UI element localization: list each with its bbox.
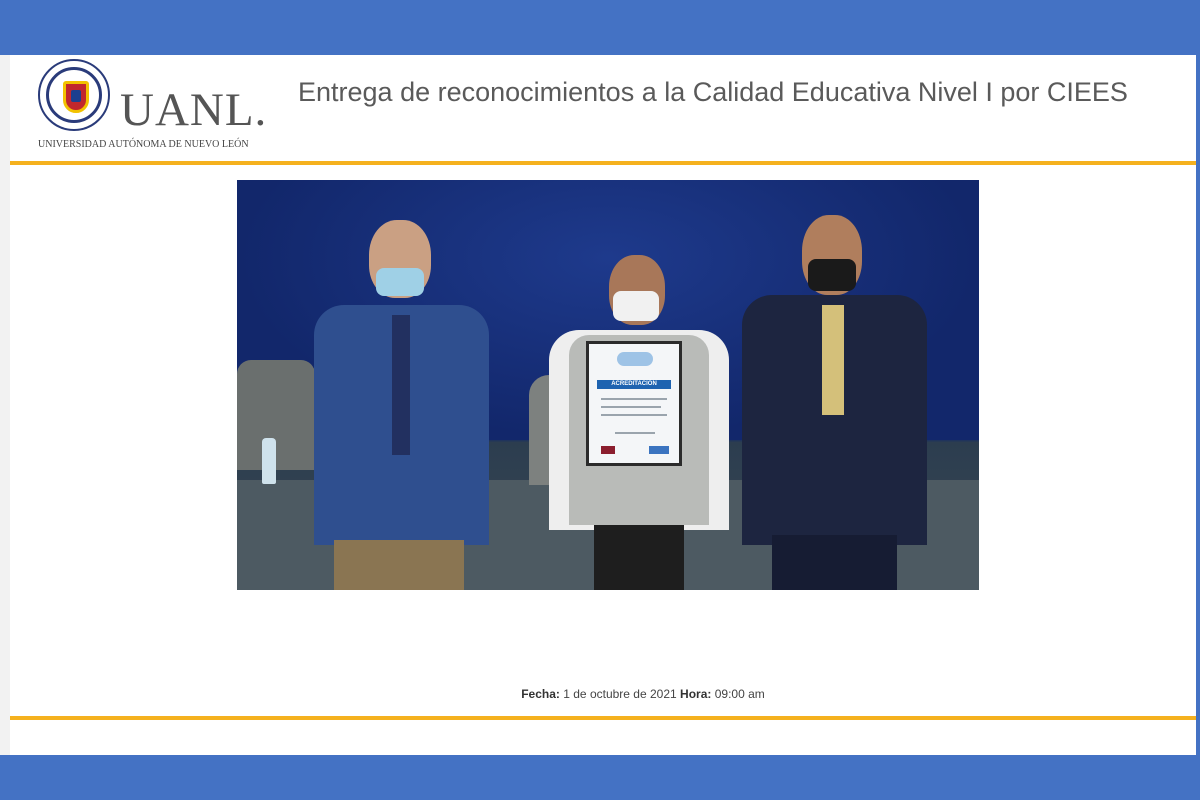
- shield-icon: [63, 81, 89, 113]
- event-datetime: Fecha: 1 de octubre de 2021 Hora: 09:00 …: [10, 687, 1196, 701]
- person-left-mask: [376, 268, 424, 296]
- person-right-mask: [808, 259, 856, 291]
- event-card: UANL. UNIVERSIDAD AUTÓNOMA DE NUEVO LEÓN…: [10, 55, 1196, 755]
- uanl-seal-logo: [38, 59, 110, 131]
- water-bottle: [262, 438, 276, 484]
- header: UANL. UNIVERSIDAD AUTÓNOMA DE NUEVO LEÓN…: [10, 55, 1196, 161]
- certificate-heading: ACREDITACIÓN: [611, 381, 657, 387]
- person-right-tie: [822, 305, 844, 415]
- uanl-wordmark: UANL.: [120, 84, 268, 136]
- certificate-seal-icon: [601, 446, 615, 454]
- fecha-value: 1 de octubre de 2021: [563, 687, 677, 701]
- person-right-trousers: [772, 535, 897, 590]
- person-left-trousers: [334, 540, 464, 590]
- certificate-line: [615, 432, 655, 434]
- bottom-divider: [10, 716, 1196, 720]
- certificate-line: [601, 398, 667, 400]
- certificate-badge-icon: [649, 446, 669, 454]
- person-left: [314, 220, 489, 590]
- page-title: Entrega de reconocimientos a la Calidad …: [298, 77, 1128, 107]
- frame-left-edge: [0, 55, 10, 755]
- certificate-line: [601, 406, 661, 408]
- person-center-trousers: [594, 525, 684, 590]
- ciees-logo-icon: [617, 352, 653, 366]
- top-divider: [10, 161, 1196, 165]
- hora-value: 09:00 am: [714, 687, 765, 701]
- person-center-mask: [613, 291, 659, 321]
- person-right: [742, 215, 927, 590]
- fecha-label: Fecha:: [521, 687, 560, 701]
- person-left-tie: [392, 315, 410, 455]
- event-photo: ACREDITACIÓN: [237, 180, 979, 590]
- certificate-line: [601, 414, 667, 416]
- university-name: UNIVERSIDAD AUTÓNOMA DE NUEVO LEÓN: [38, 139, 249, 150]
- chair-left: [237, 360, 315, 470]
- hora-label: Hora:: [680, 687, 712, 701]
- accreditation-certificate: ACREDITACIÓN: [586, 341, 682, 466]
